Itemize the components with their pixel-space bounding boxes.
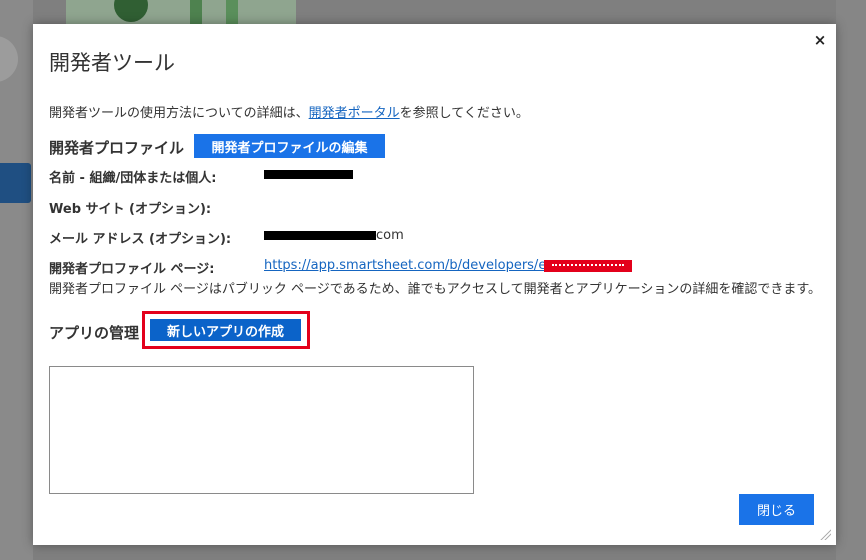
- background-thumbnail: [66, 0, 296, 24]
- app-list[interactable]: [49, 366, 474, 494]
- email-value: com: [264, 228, 404, 243]
- developer-tools-dialog: × 開発者ツール 開発者ツールの使用方法についての詳細は、開発者ポータルを参照し…: [33, 24, 836, 545]
- website-label: Web サイト (オプション):: [49, 202, 212, 217]
- profile-page-note: 開発者プロファイル ページはパブリック ページであるため、誰でもアクセスして開発…: [49, 282, 822, 297]
- edit-profile-button[interactable]: 開発者プロファイルの編集: [194, 134, 385, 158]
- developer-portal-link[interactable]: 開発者ポータル: [309, 106, 400, 121]
- email-suffix: com: [376, 228, 404, 243]
- email-label: メール アドレス (オプション):: [49, 232, 232, 247]
- url-redaction: [544, 259, 633, 272]
- background-sidebar: [0, 0, 33, 560]
- create-new-app-button[interactable]: 新しいアプリの作成: [150, 319, 301, 341]
- dialog-title: 開発者ツール: [49, 51, 175, 75]
- close-button[interactable]: 閉じる: [739, 494, 814, 525]
- profile-heading: 開発者プロファイル: [49, 139, 185, 157]
- intro-text: 開発者ツールの使用方法についての詳細は、開発者ポータルを参照してください。: [49, 102, 529, 121]
- profile-page-label: 開発者プロファイル ページ:: [49, 262, 215, 277]
- name-value: [264, 167, 353, 182]
- intro-text-after: を参照してください。: [399, 106, 529, 121]
- resize-grip-icon[interactable]: [819, 528, 831, 540]
- profile-page-link[interactable]: https://app.smartsheet.com/b/developers/…: [264, 258, 546, 273]
- close-icon[interactable]: ×: [810, 30, 830, 50]
- background-right-edge: [836, 0, 866, 560]
- background-nav-button: [0, 163, 31, 203]
- intro-text-before: 開発者ツールの使用方法についての詳細は、: [49, 106, 309, 121]
- name-label: 名前 - 組織/団体または個人:: [49, 171, 217, 186]
- profile-page-value: https://app.smartsheet.com/b/developers/…: [264, 258, 633, 273]
- email-redaction: [264, 231, 376, 240]
- name-redaction: [264, 170, 353, 179]
- apps-heading: アプリの管理: [49, 324, 140, 342]
